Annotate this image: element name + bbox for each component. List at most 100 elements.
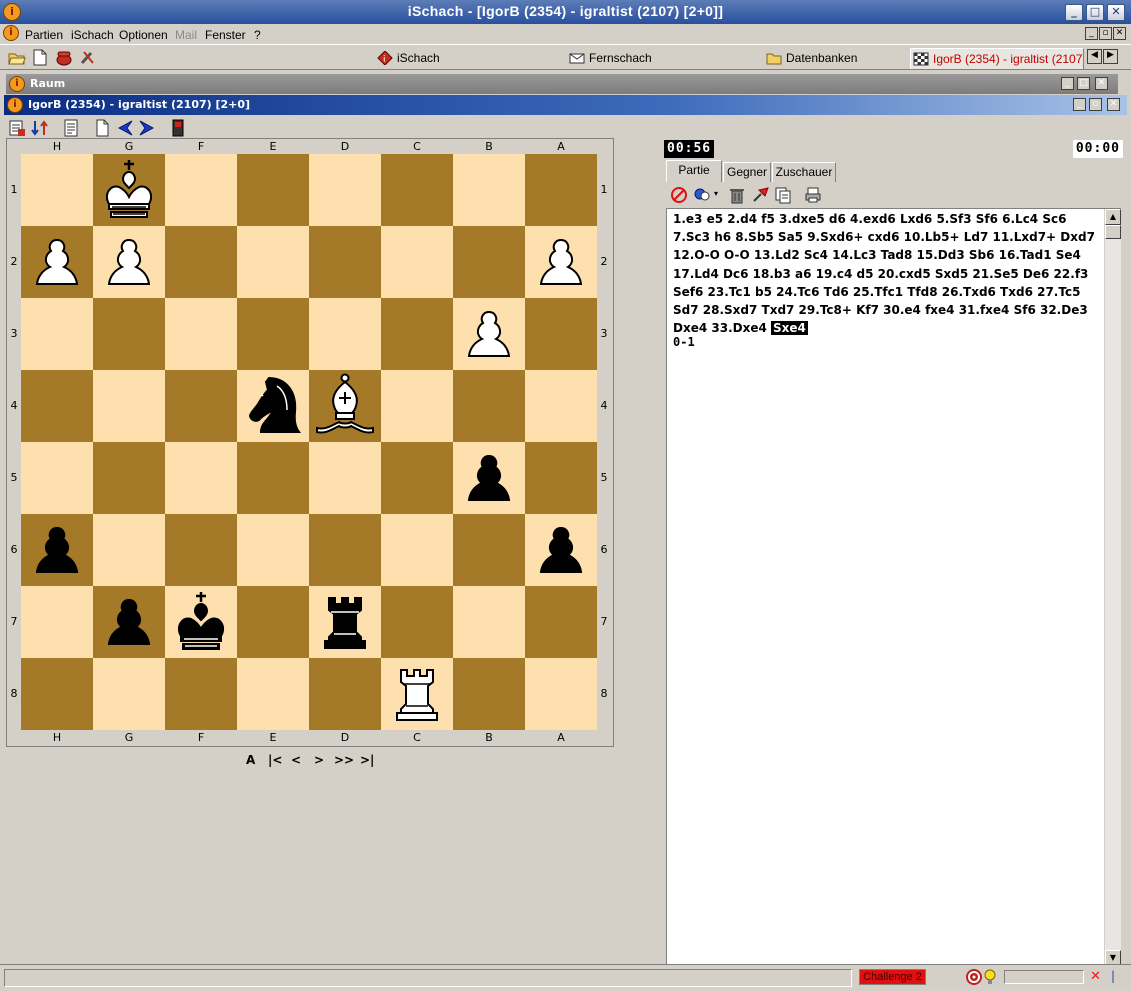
open-folder-icon[interactable] [8, 49, 26, 66]
square-b4[interactable] [453, 370, 525, 442]
square-g4[interactable] [93, 370, 165, 442]
square-d5[interactable] [309, 442, 381, 514]
tab-scroll-right-button[interactable]: ▶ [1103, 49, 1118, 64]
raum-close-button[interactable]: ✕ [1095, 77, 1108, 90]
black-king-f7-icon[interactable] [165, 586, 237, 658]
square-c1[interactable] [381, 154, 453, 226]
raum-window-icon[interactable]: i [9, 76, 25, 92]
minimize-button[interactable]: _ [1065, 4, 1083, 21]
printer-icon[interactable] [804, 186, 822, 204]
black-rook-d7-icon[interactable] [309, 586, 381, 658]
tab-partie[interactable]: Partie [666, 160, 722, 182]
white-pawn-b3-icon[interactable] [453, 298, 525, 370]
square-d1[interactable] [309, 154, 381, 226]
tab-datenbanken[interactable]: Datenbanken [764, 48, 864, 69]
nav-fast-forward-button[interactable]: >> [334, 753, 354, 767]
square-c4[interactable] [381, 370, 453, 442]
maximize-button[interactable]: □ [1086, 4, 1104, 21]
chevron-down-icon[interactable]: ▾ [714, 189, 718, 198]
move-list[interactable]: 1.e3 e5 2.d4 f5 3.dxe5 d6 4.exd6 Lxd6 5.… [673, 210, 1097, 337]
square-e6[interactable] [237, 514, 309, 586]
square-b6[interactable] [453, 514, 525, 586]
white-bishop-d4-icon[interactable] [309, 370, 381, 442]
new-game-icon[interactable] [93, 119, 111, 137]
white-pawn-h2-icon[interactable] [21, 226, 93, 298]
raum-window-titlebar[interactable]: i Raum _ □ ✕ [6, 74, 1118, 94]
tab-fernschach[interactable]: Fernschach [567, 48, 657, 69]
tab-scroll-left-button[interactable]: ◀ [1087, 49, 1102, 64]
chess-board[interactable] [21, 154, 599, 732]
square-e1[interactable] [237, 154, 309, 226]
square-e3[interactable] [237, 298, 309, 370]
black-pawn-b5-icon[interactable] [453, 442, 525, 514]
black-knight-e4-icon[interactable] [237, 370, 309, 442]
game-window-icon[interactable]: i [7, 97, 23, 113]
square-d6[interactable] [309, 514, 381, 586]
notation-area[interactable]: 1.e3 e5 2.d4 f5 3.dxe5 d6 4.exd6 Lxd6 5.… [666, 208, 1121, 967]
square-g8[interactable] [93, 658, 165, 730]
telephone-icon[interactable] [55, 49, 73, 66]
square-f2[interactable] [165, 226, 237, 298]
game-restore-button[interactable]: ▫ [1089, 98, 1102, 111]
save-game-icon[interactable] [8, 119, 26, 137]
nav-last-button[interactable]: >| [360, 753, 374, 767]
close-button[interactable]: ✕ [1107, 4, 1125, 21]
square-h3[interactable] [21, 298, 93, 370]
stop-icon[interactable] [670, 186, 688, 204]
game-info-icon[interactable] [62, 119, 80, 137]
resign-icon[interactable] [169, 119, 187, 137]
tab-ischach[interactable]: i iSchach [375, 48, 445, 69]
target-icon[interactable] [966, 969, 982, 985]
tab-current-game[interactable]: IgorB (2354) - igraltist (2107) [2 [910, 48, 1084, 69]
close-x-icon[interactable]: ✕ [1090, 969, 1101, 984]
square-f6[interactable] [165, 514, 237, 586]
scroll-thumb[interactable] [1105, 225, 1121, 239]
game-close-button[interactable]: ✕ [1107, 98, 1120, 111]
takeback-icon[interactable] [694, 186, 712, 204]
game-window-titlebar[interactable]: i IgorB (2354) - igraltist (2107) [2+0] … [4, 95, 1127, 115]
square-a5[interactable] [525, 442, 597, 514]
tools-icon[interactable] [79, 49, 97, 66]
menu-partien[interactable]: Partien [25, 28, 63, 42]
mdi-close-button[interactable]: ✕ [1113, 27, 1126, 40]
scroll-up-button[interactable]: ▲ [1105, 209, 1121, 225]
flip-board-icon[interactable] [31, 119, 49, 137]
white-pawn-g2-icon[interactable] [93, 226, 165, 298]
pin-icon[interactable] [751, 186, 769, 204]
square-f3[interactable] [165, 298, 237, 370]
square-c6[interactable] [381, 514, 453, 586]
square-a4[interactable] [525, 370, 597, 442]
square-b2[interactable] [453, 226, 525, 298]
square-d2[interactable] [309, 226, 381, 298]
square-h7[interactable] [21, 586, 93, 658]
square-a1[interactable] [525, 154, 597, 226]
trash-icon[interactable] [728, 186, 746, 204]
new-document-icon[interactable] [31, 49, 49, 66]
square-a3[interactable] [525, 298, 597, 370]
square-e5[interactable] [237, 442, 309, 514]
square-f1[interactable] [165, 154, 237, 226]
square-h5[interactable] [21, 442, 93, 514]
menu-help[interactable]: ? [254, 28, 261, 42]
square-f5[interactable] [165, 442, 237, 514]
square-a7[interactable] [525, 586, 597, 658]
black-pawn-a6-icon[interactable] [525, 514, 597, 586]
square-h4[interactable] [21, 370, 93, 442]
square-h1[interactable] [21, 154, 93, 226]
square-b8[interactable] [453, 658, 525, 730]
forward-arrow-icon[interactable] [138, 119, 156, 137]
mdi-restore-button[interactable]: ▫ [1099, 27, 1112, 40]
square-e2[interactable] [237, 226, 309, 298]
nav-prev-button[interactable]: < [291, 753, 301, 767]
square-f4[interactable] [165, 370, 237, 442]
square-e7[interactable] [237, 586, 309, 658]
white-rook-c8-icon[interactable] [381, 658, 453, 730]
raum-minimize-button[interactable]: _ [1061, 77, 1074, 90]
square-b1[interactable] [453, 154, 525, 226]
black-pawn-h6-icon[interactable] [21, 514, 93, 586]
tab-gegner[interactable]: Gegner [723, 162, 771, 182]
nav-first-button[interactable]: |< [268, 753, 282, 767]
square-c2[interactable] [381, 226, 453, 298]
game-minimize-button[interactable]: _ [1073, 98, 1086, 111]
tab-zuschauer[interactable]: Zuschauer [772, 162, 836, 182]
